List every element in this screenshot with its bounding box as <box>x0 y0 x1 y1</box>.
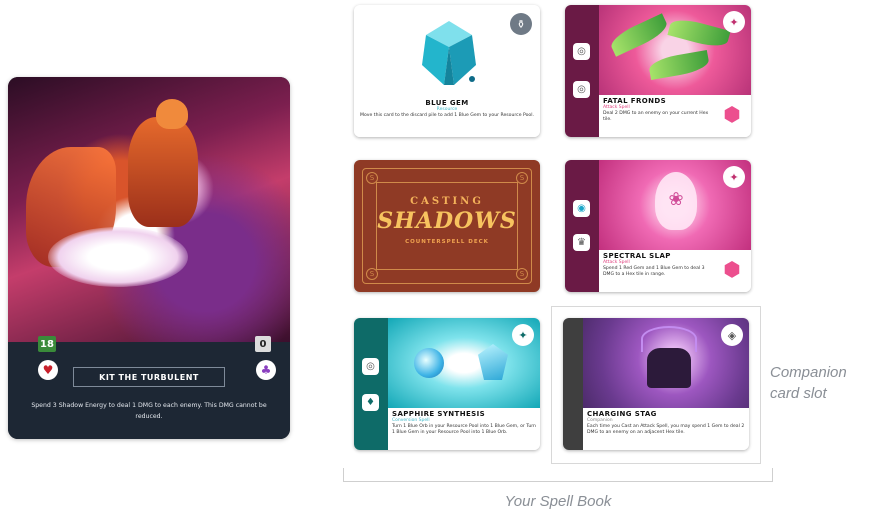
spell-book-label: Your Spell Book <box>504 493 612 510</box>
card-caption: BLUE GEM Resource Move this card to the … <box>354 97 540 137</box>
hex-range-icon: ⬢ <box>723 102 741 126</box>
character-ability: Spend 3 Shadow Energy to deal 1 DMG to e… <box>31 402 267 420</box>
corner-ornament-icon: S <box>366 172 378 184</box>
heart-icon: ♥ <box>38 360 58 380</box>
leaf-shape <box>607 13 671 57</box>
blue-gem-icon <box>422 21 476 85</box>
corner-ornament-icon: S <box>366 268 378 280</box>
corner-ornament-icon: S <box>516 172 528 184</box>
hex-range-icon: ⬢ <box>723 257 741 281</box>
card-title: CHARGING STAG <box>587 410 657 418</box>
conversion-spell-icon: ✦ <box>512 324 534 346</box>
spell-card-fatal-fronds[interactable]: ◎ ◎ ✦ FATAL FRONDS Attack Spell Deal 2 D… <box>565 5 751 137</box>
character-name: KIT THE TURBULENT <box>73 367 225 387</box>
leaf-shape <box>667 15 731 51</box>
swirl-orb-icon: ◎ <box>573 81 590 98</box>
card-side-strip: ◎ ♦ <box>354 318 388 450</box>
blue-gem-shape <box>478 344 508 380</box>
character-info-panel <box>8 342 290 439</box>
leaf-shape <box>647 49 711 81</box>
resource-type-icon: ⚱ <box>510 13 532 35</box>
card-description: Move this card to the discard pile to ad… <box>360 113 534 118</box>
spell-card-blue-gem[interactable]: ⚱ BLUE GEM Resource Move this card to th… <box>354 5 540 137</box>
companion-icon: ◈ <box>721 324 743 346</box>
card-description: Spend 1 Red Gem and 1 Blue Gem to deal 3… <box>603 266 705 277</box>
card-side-strip <box>563 318 583 450</box>
card-side-strip: ◎ ◎ <box>565 5 599 137</box>
red-gem-icon: ♛ <box>573 234 590 251</box>
character-artwork <box>8 77 290 342</box>
swirl-orb-icon: ◎ <box>362 358 379 375</box>
fox-body <box>128 117 198 227</box>
logo-line-casting: CASTING <box>410 196 484 207</box>
logo-line-shadows: SHADOWS <box>377 208 517 234</box>
character-card[interactable]: 18 0 ♥ ♣ KIT THE TURBULENT Spend 3 Shado… <box>8 77 290 439</box>
card-subtype: Resource <box>436 107 458 112</box>
corner-ornament-icon: S <box>516 268 528 280</box>
card-caption: SAPPHIRE SYNTHESIS Conversion Spell Turn… <box>388 408 540 450</box>
shadow-energy-icon: ♣ <box>256 360 276 380</box>
companion-card-charging-stag[interactable]: ◈ CHARGING STAG Companion Each time you … <box>563 318 749 450</box>
blue-gem-artwork: ⚱ <box>354 5 540 100</box>
attack-spell-icon: ✦ <box>723 11 745 33</box>
fox-head <box>156 99 188 129</box>
spell-card-spectral-slap[interactable]: ◉ ♛ ❀ ✦ SPECTRAL SLAP Attack Spell Spend… <box>565 160 751 292</box>
logo-line-deck: COUNTERSPELL DECK <box>405 239 489 245</box>
shadow-energy-badge: 0 <box>255 336 271 352</box>
card-description: Each time you Cast an Attack Spell, you … <box>587 424 745 435</box>
attack-spell-icon: ✦ <box>723 166 745 188</box>
card-caption: CHARGING STAG Companion Each time you Ca… <box>583 408 749 450</box>
spell-book-bracket <box>343 468 773 482</box>
card-subtype: Conversion Spell <box>392 418 430 423</box>
card-title: BLUE GEM <box>425 99 469 107</box>
fox-tail <box>48 227 188 287</box>
card-title: SAPPHIRE SYNTHESIS <box>392 410 486 418</box>
card-subtype: Companion <box>587 418 613 423</box>
card-side-strip: ◉ ♛ <box>565 160 599 292</box>
card-description: Turn 1 Blue Orb in your Resource Pool in… <box>392 424 536 435</box>
blue-gem-icon: ♦ <box>362 394 379 411</box>
blue-orb-shape <box>414 348 444 378</box>
health-value-badge: 18 <box>38 336 56 352</box>
paw-icon: ❀ <box>668 188 684 210</box>
card-description: Deal 2 DMG to an enemy on your current H… <box>603 111 709 122</box>
stag-shape <box>647 348 691 388</box>
counterspell-deck-card-back[interactable]: S S S S CASTING SHADOWS COUNTERSPELL DEC… <box>354 160 540 292</box>
spell-card-sapphire-synthesis[interactable]: ◎ ♦ ✦ SAPPHIRE SYNTHESIS Conversion Spel… <box>354 318 540 450</box>
companion-slot-label: Companion card slot <box>770 364 847 402</box>
blue-orb-icon: ◉ <box>573 200 590 217</box>
swirl-orb-icon: ◎ <box>573 43 590 60</box>
